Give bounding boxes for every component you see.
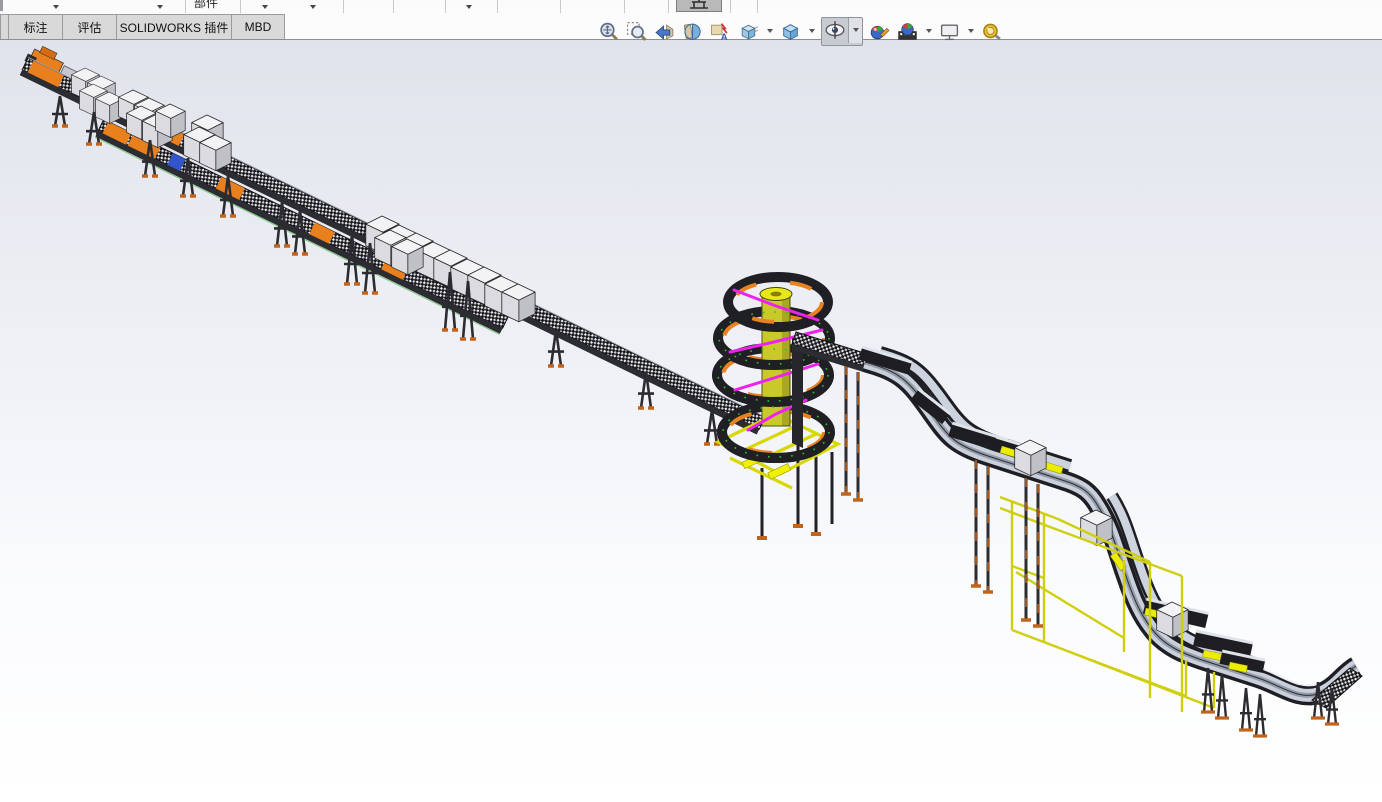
view-settings-dropdown[interactable] [966,20,975,43]
dropdown-arrow-icon[interactable] [310,5,316,9]
headsup-view-toolbar: A [597,17,1003,45]
zoom-to-fit-icon[interactable] [597,20,620,43]
apply-scene-dropdown[interactable] [924,20,933,43]
dropdown-arrow-icon[interactable] [157,5,163,9]
tab-mbd[interactable]: MBD [231,14,285,39]
model-main-conveyor[interactable] [8,42,773,455]
dropdown-arrow-icon[interactable] [466,5,472,9]
svg-text:A: A [721,31,728,41]
model-spiral-elevator[interactable] [717,277,874,538]
display-style-dropdown[interactable] [807,20,816,43]
hide-show-items-icon[interactable] [822,18,848,43]
active-tool-button[interactable] [676,0,722,12]
previous-view-icon[interactable] [653,20,676,43]
dropdown-arrow-icon[interactable] [53,5,59,9]
hide-show-items-group [821,17,863,46]
view-orientation-icon[interactable] [737,20,760,43]
tab-annotate[interactable]: 标注 [8,14,63,39]
tab-solidworks-addins[interactable]: SOLIDWORKS 插件 [116,14,232,39]
assembly-model[interactable] [0,40,1382,802]
tab-evaluate[interactable]: 评估 [62,14,117,39]
hide-show-items-dropdown[interactable] [848,18,862,43]
magnifier-icon[interactable] [980,20,1003,43]
view-settings-icon[interactable] [938,20,961,43]
dropdown-arrow-icon[interactable] [262,5,268,9]
section-view-icon[interactable] [681,20,704,43]
graphics-area[interactable] [0,40,1382,802]
command-strip: 部件 [0,0,1382,14]
edit-appearance-icon[interactable] [868,20,891,43]
display-style-icon[interactable] [779,20,802,43]
dynamic-annotation-views-icon[interactable]: A [709,20,732,43]
cutoff-icon [0,0,3,11]
model-exit-conveyor[interactable] [858,346,1362,708]
view-orientation-dropdown[interactable] [765,20,774,43]
apply-scene-icon[interactable] [896,20,919,43]
command-group-label: 部件 [194,0,218,13]
zoom-to-area-icon[interactable] [625,20,648,43]
